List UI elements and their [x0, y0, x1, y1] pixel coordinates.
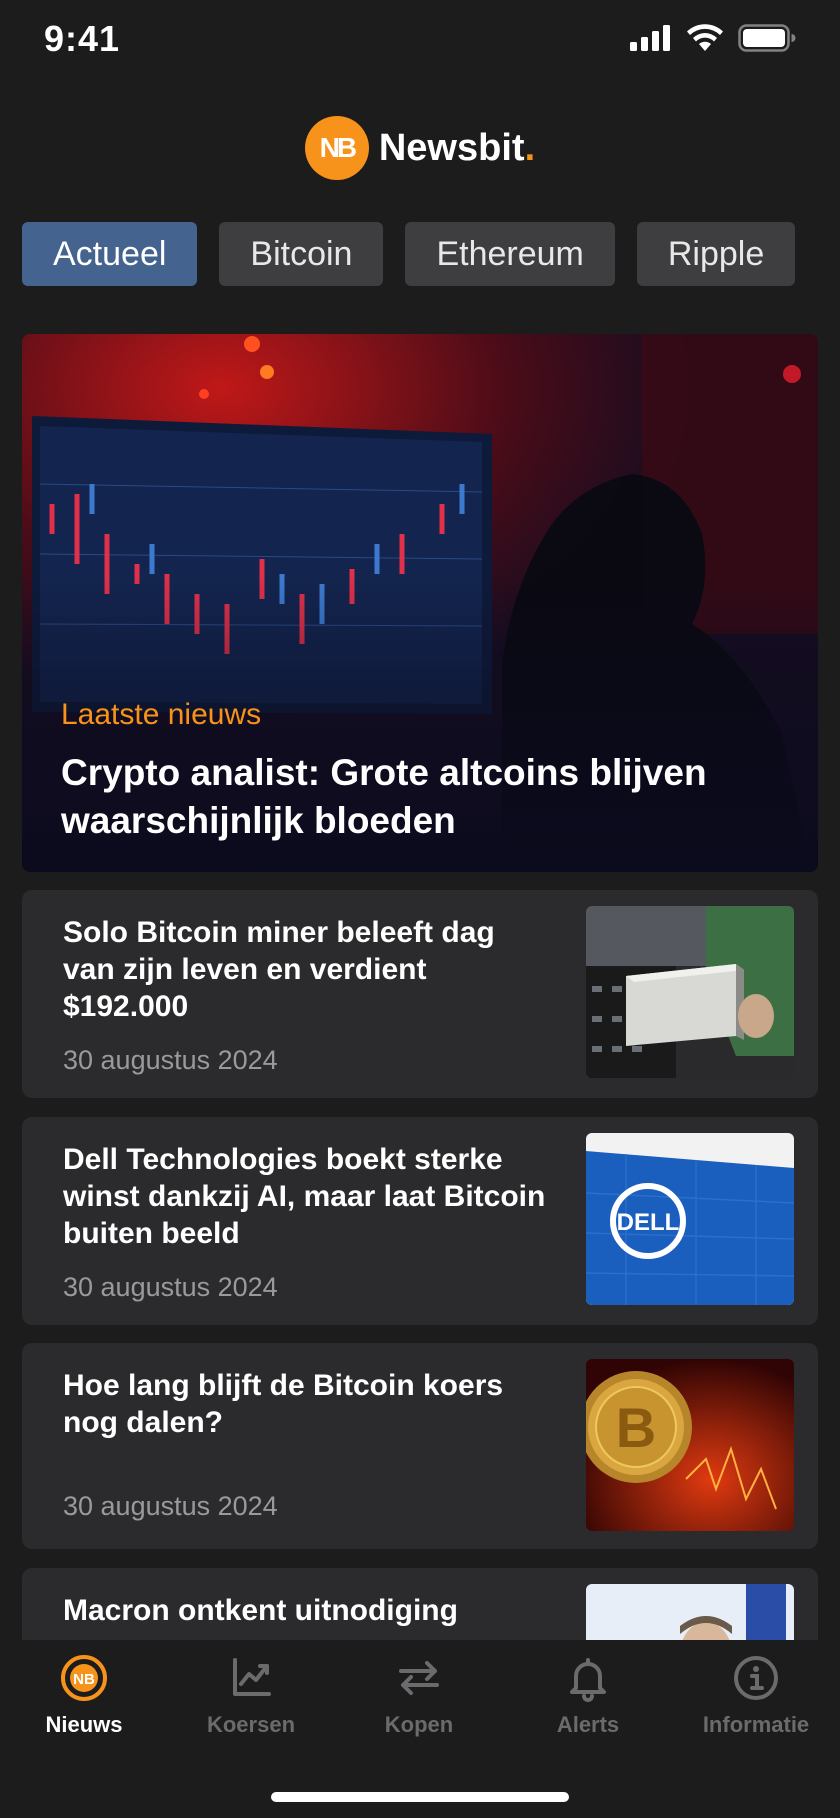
brand-name: Newsbit — [378, 126, 525, 169]
battery-icon — [738, 24, 796, 52]
swap-arrows-icon — [399, 1661, 439, 1695]
nav-label: Informatie — [702, 1712, 810, 1737]
nav-kopen[interactable]: Kopen — [335, 1654, 503, 1738]
article-title: Macron ontkent uitnodiging — [63, 1594, 458, 1627]
status-icons — [630, 24, 796, 52]
bell-icon — [570, 1658, 606, 1702]
article-date: 30 augustus 2024 — [63, 1045, 278, 1075]
nav-label: Alerts — [556, 1712, 620, 1737]
nav-label: Kopen — [384, 1712, 454, 1737]
tab-bitcoin[interactable]: Bitcoin — [219, 222, 384, 286]
category-tabs: Actueel Bitcoin Ethereum Ripple — [22, 222, 796, 286]
nav-nieuws[interactable]: NB Nieuws — [0, 1654, 168, 1738]
article-card[interactable]: Dell Technologies boekt sterke winst dan… — [22, 1117, 818, 1325]
svg-text:B: B — [616, 1396, 656, 1459]
article-title: Solo Bitcoin miner beleeft dag van zijn … — [63, 916, 495, 1023]
hero-category: Laatste nieuws — [61, 698, 262, 731]
article-title: Hoe lang blijft de Bitcoin koers nog dal… — [63, 1369, 504, 1439]
dell-building-photo: DELL — [586, 1133, 794, 1305]
svg-text:DELL: DELL — [617, 1209, 680, 1236]
newsbit-logo-icon: NB — [61, 1655, 107, 1701]
chart-icon — [233, 1658, 271, 1696]
article-thumbnail: DELL — [586, 1133, 794, 1305]
nav-label: Nieuws — [45, 1712, 123, 1737]
article-card[interactable]: Hoe lang blijft de Bitcoin koers nog dal… — [22, 1343, 818, 1549]
signal-icon — [630, 25, 670, 51]
article-card[interactable]: Solo Bitcoin miner beleeft dag van zijn … — [22, 890, 818, 1098]
status-time: 9:41 — [44, 18, 121, 59]
nav-informatie[interactable]: Informatie — [672, 1654, 840, 1738]
home-indicator — [271, 1792, 569, 1802]
brand-dot: . — [524, 126, 536, 169]
tab-actueel[interactable]: Actueel — [22, 222, 198, 286]
nav-label: Koersen — [206, 1712, 296, 1737]
status-bar: 9:41 — [0, 0, 840, 80]
tab-ripple[interactable]: Ripple — [636, 222, 796, 286]
svg-text:NB: NB — [73, 1671, 95, 1688]
article-date: 30 augustus 2024 — [63, 1491, 278, 1521]
bitcoin-coin-photo: B — [586, 1359, 794, 1531]
info-icon — [734, 1656, 778, 1700]
bitcoin-miner-photo — [586, 906, 794, 1078]
article-thumbnail: B — [586, 1359, 794, 1531]
newsbit-logo-icon: NB — [304, 116, 369, 180]
nav-koersen[interactable]: Koersen — [167, 1654, 335, 1738]
article-title: Dell Technologies boekt sterke winst dan… — [63, 1143, 546, 1250]
wifi-icon — [687, 24, 723, 51]
hero-article[interactable]: Laatste nieuws Crypto analist: Grote alt… — [22, 334, 818, 872]
article-date: 30 augustus 2024 — [63, 1272, 278, 1302]
app-logo: NB Newsbit. — [0, 116, 840, 180]
tab-ethereum[interactable]: Ethereum — [405, 222, 615, 286]
nav-alerts[interactable]: Alerts — [504, 1654, 672, 1738]
article-thumbnail — [586, 906, 794, 1078]
hero-title: Crypto analist: Grote altcoins blijven w… — [61, 752, 707, 841]
